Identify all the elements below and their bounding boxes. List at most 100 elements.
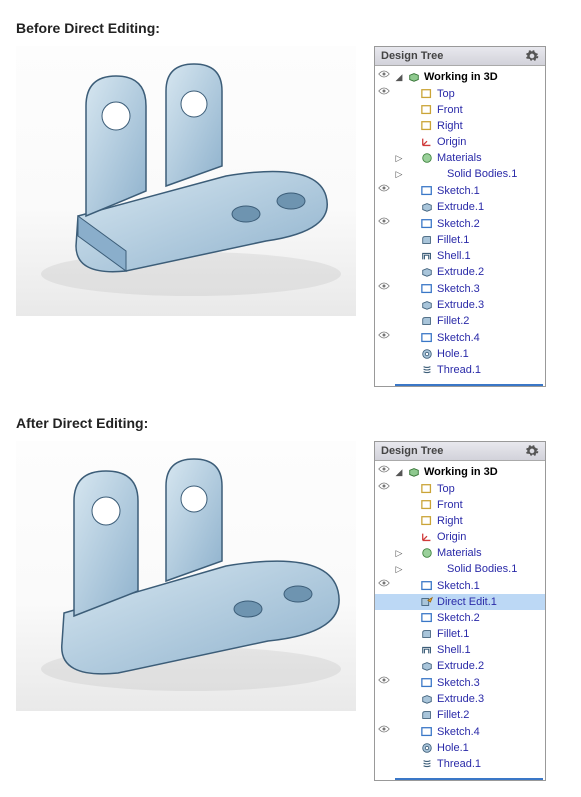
visibility-eye-icon[interactable] [377, 724, 391, 739]
tree-node-hole-1[interactable]: Hole.1 [375, 740, 545, 756]
tree-root-label: Working in 3D [424, 465, 498, 479]
tree-node-sketch-1[interactable]: Sketch.1 [375, 182, 545, 199]
tree-node-right[interactable]: Right [375, 118, 545, 134]
visibility-eye-icon[interactable] [377, 330, 391, 345]
before-heading: Before Direct Editing: [16, 20, 565, 36]
visibility-eye-icon[interactable] [377, 216, 391, 231]
tree-node-hole-1[interactable]: Hole.1 [375, 346, 545, 362]
tree-end-rule [395, 778, 543, 780]
visibility-eye-icon[interactable] [377, 281, 391, 296]
gear-icon[interactable] [525, 444, 539, 458]
tree-node-label: Materials [437, 546, 482, 560]
visibility-eye-icon[interactable] [377, 464, 391, 479]
tree-node-extrude-3[interactable]: Extrude.3 [375, 691, 545, 707]
extrude-icon [420, 299, 434, 311]
tree-node-label: Direct Edit.1 [437, 595, 497, 609]
tree-node-label: Thread.1 [437, 363, 481, 377]
tree-node-right[interactable]: Right [375, 513, 545, 529]
tree-node-origin[interactable]: Origin [375, 134, 545, 150]
plane-icon [420, 120, 434, 132]
tree-node-label: Right [437, 119, 463, 133]
tree-node-label: Materials [437, 151, 482, 165]
tree-node-solid-bodies-1[interactable]: ▷Solid Bodies.1 [375, 561, 545, 577]
fillet-icon [420, 709, 434, 721]
part-icon [407, 71, 421, 83]
tree-node-label: Extrude.1 [437, 200, 484, 214]
visibility-eye-icon[interactable] [377, 481, 391, 496]
tree-root[interactable]: ◢ Working in 3D [375, 463, 545, 480]
tree-node-label: Solid Bodies.1 [447, 167, 517, 181]
tree-node-shell-1[interactable]: Shell.1 [375, 248, 545, 264]
tree-node-shell-1[interactable]: Shell.1 [375, 642, 545, 658]
tree-node-fillet-2[interactable]: Fillet.2 [375, 707, 545, 723]
tree-node-thread-1[interactable]: Thread.1 [375, 362, 545, 378]
tree-node-sketch-4[interactable]: Sketch.4 [375, 329, 545, 346]
thread-icon [420, 758, 434, 770]
tree-root[interactable]: ◢ Working in 3D [375, 68, 545, 85]
tree-node-label: Top [437, 482, 455, 496]
tree-node-materials[interactable]: ▷ Materials [375, 545, 545, 561]
visibility-eye-icon[interactable] [377, 578, 391, 593]
feature-tree-before[interactable]: ◢Working in 3DTopFrontRightOrigin▷Materi… [375, 66, 545, 382]
tree-node-extrude-2[interactable]: Extrude.2 [375, 264, 545, 280]
hole-icon [420, 348, 434, 360]
tree-node-fillet-2[interactable]: Fillet.2 [375, 313, 545, 329]
expander-icon[interactable]: ◢ [394, 465, 404, 479]
tree-node-label: Extrude.2 [437, 659, 484, 673]
plane-icon [420, 483, 434, 495]
visibility-eye-icon[interactable] [377, 183, 391, 198]
fillet-icon [420, 628, 434, 640]
expander-icon[interactable]: ▷ [394, 151, 404, 165]
after-heading: After Direct Editing: [16, 415, 565, 431]
direct-icon [420, 596, 434, 608]
visibility-eye-icon[interactable] [377, 86, 391, 101]
tree-node-front[interactable]: Front [375, 102, 545, 118]
tree-root-label: Working in 3D [424, 70, 498, 84]
expander-icon[interactable]: ◢ [394, 70, 404, 84]
plane-icon [420, 499, 434, 511]
visibility-eye-icon[interactable] [377, 69, 391, 84]
fillet-icon [420, 315, 434, 327]
tree-node-direct-edit-1[interactable]: Direct Edit.1 [375, 594, 545, 610]
tree-node-label: Shell.1 [437, 643, 471, 657]
tree-node-fillet-1[interactable]: Fillet.1 [375, 232, 545, 248]
plane-icon [420, 104, 434, 116]
tree-node-sketch-1[interactable]: Sketch.1 [375, 577, 545, 594]
tree-node-label: Right [437, 514, 463, 528]
tree-node-top[interactable]: Top [375, 480, 545, 497]
tree-node-top[interactable]: Top [375, 85, 545, 102]
viewport-before[interactable] [16, 46, 356, 316]
tree-node-label: Sketch.1 [437, 184, 480, 198]
tree-node-extrude-1[interactable]: Extrude.1 [375, 199, 545, 215]
visibility-eye-icon[interactable] [377, 675, 391, 690]
tree-node-thread-1[interactable]: Thread.1 [375, 756, 545, 772]
tree-node-solid-bodies-1[interactable]: ▷ Solid Bodies.1 [375, 166, 545, 182]
tree-node-label: Extrude.3 [437, 298, 484, 312]
tree-end-rule [395, 384, 543, 386]
tree-node-front[interactable]: Front [375, 497, 545, 513]
expander-icon[interactable]: ▷ [394, 562, 404, 576]
tree-node-sketch-2[interactable]: Sketch.2 [375, 610, 545, 626]
materials-icon [420, 547, 434, 559]
tree-node-sketch-4[interactable]: Sketch.4 [375, 723, 545, 740]
gear-icon[interactable] [525, 49, 539, 63]
fillet-icon [420, 234, 434, 246]
tree-node-label: Fillet.2 [437, 314, 469, 328]
tree-node-label: Sketch.3 [437, 282, 480, 296]
tree-node-label: Fillet.1 [437, 627, 469, 641]
tree-node-sketch-2[interactable]: Sketch.2 [375, 215, 545, 232]
feature-tree-after[interactable]: ◢Working in 3DTopFrontRightOrigin▷Materi… [375, 461, 545, 776]
tree-node-extrude-3[interactable]: Extrude.3 [375, 297, 545, 313]
tree-node-sketch-3[interactable]: Sketch.3 [375, 280, 545, 297]
tree-node-sketch-3[interactable]: Sketch.3 [375, 674, 545, 691]
tree-node-origin[interactable]: Origin [375, 529, 545, 545]
tree-node-label: Sketch.2 [437, 217, 480, 231]
design-tree-panel-after: Design Tree ◢Working in 3DTopFrontRightO… [374, 441, 546, 781]
expander-icon[interactable]: ▷ [394, 546, 404, 560]
tree-node-materials[interactable]: ▷ Materials [375, 150, 545, 166]
tree-node-label: Shell.1 [437, 249, 471, 263]
viewport-after[interactable] [16, 441, 356, 711]
tree-node-label: Sketch.4 [437, 331, 480, 345]
tree-node-extrude-2[interactable]: Extrude.2 [375, 658, 545, 674]
expander-icon[interactable]: ▷ [394, 167, 404, 181]
